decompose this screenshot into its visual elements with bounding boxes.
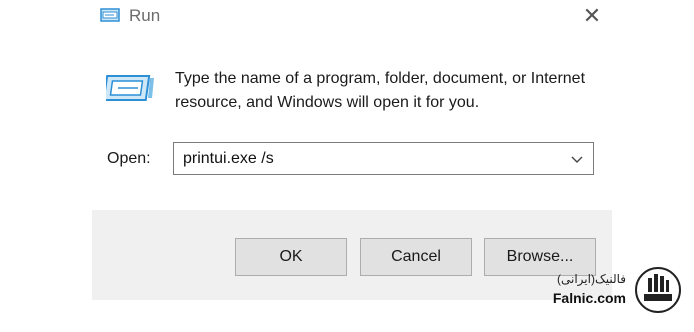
- description-text: Type the name of a program, folder, docu…: [175, 70, 586, 111]
- open-combobox[interactable]: printui.exe /s: [173, 142, 594, 175]
- run-app-icon: [100, 8, 120, 22]
- browse-button[interactable]: Browse...: [484, 238, 596, 276]
- button-area: OK Cancel Browse...: [92, 210, 612, 300]
- chevron-down-icon[interactable]: [567, 147, 587, 171]
- cancel-button[interactable]: Cancel: [360, 238, 472, 276]
- watermark-url: Falnic.com: [552, 290, 626, 306]
- title-bar: Run ✕: [92, 0, 612, 34]
- ok-button[interactable]: OK: [235, 238, 347, 276]
- open-input[interactable]: printui.exe /s: [183, 150, 274, 168]
- close-icon[interactable]: ✕: [578, 4, 606, 28]
- window-title: Run: [129, 6, 161, 25]
- run-dialog: Run ✕ Type the name of a program, folder…: [92, 0, 612, 300]
- watermark-logo: [635, 267, 681, 313]
- run-large-icon: [106, 75, 154, 101]
- watermark-text: فالنیک(ایرانی): [557, 272, 626, 286]
- open-label: Open:: [107, 150, 151, 167]
